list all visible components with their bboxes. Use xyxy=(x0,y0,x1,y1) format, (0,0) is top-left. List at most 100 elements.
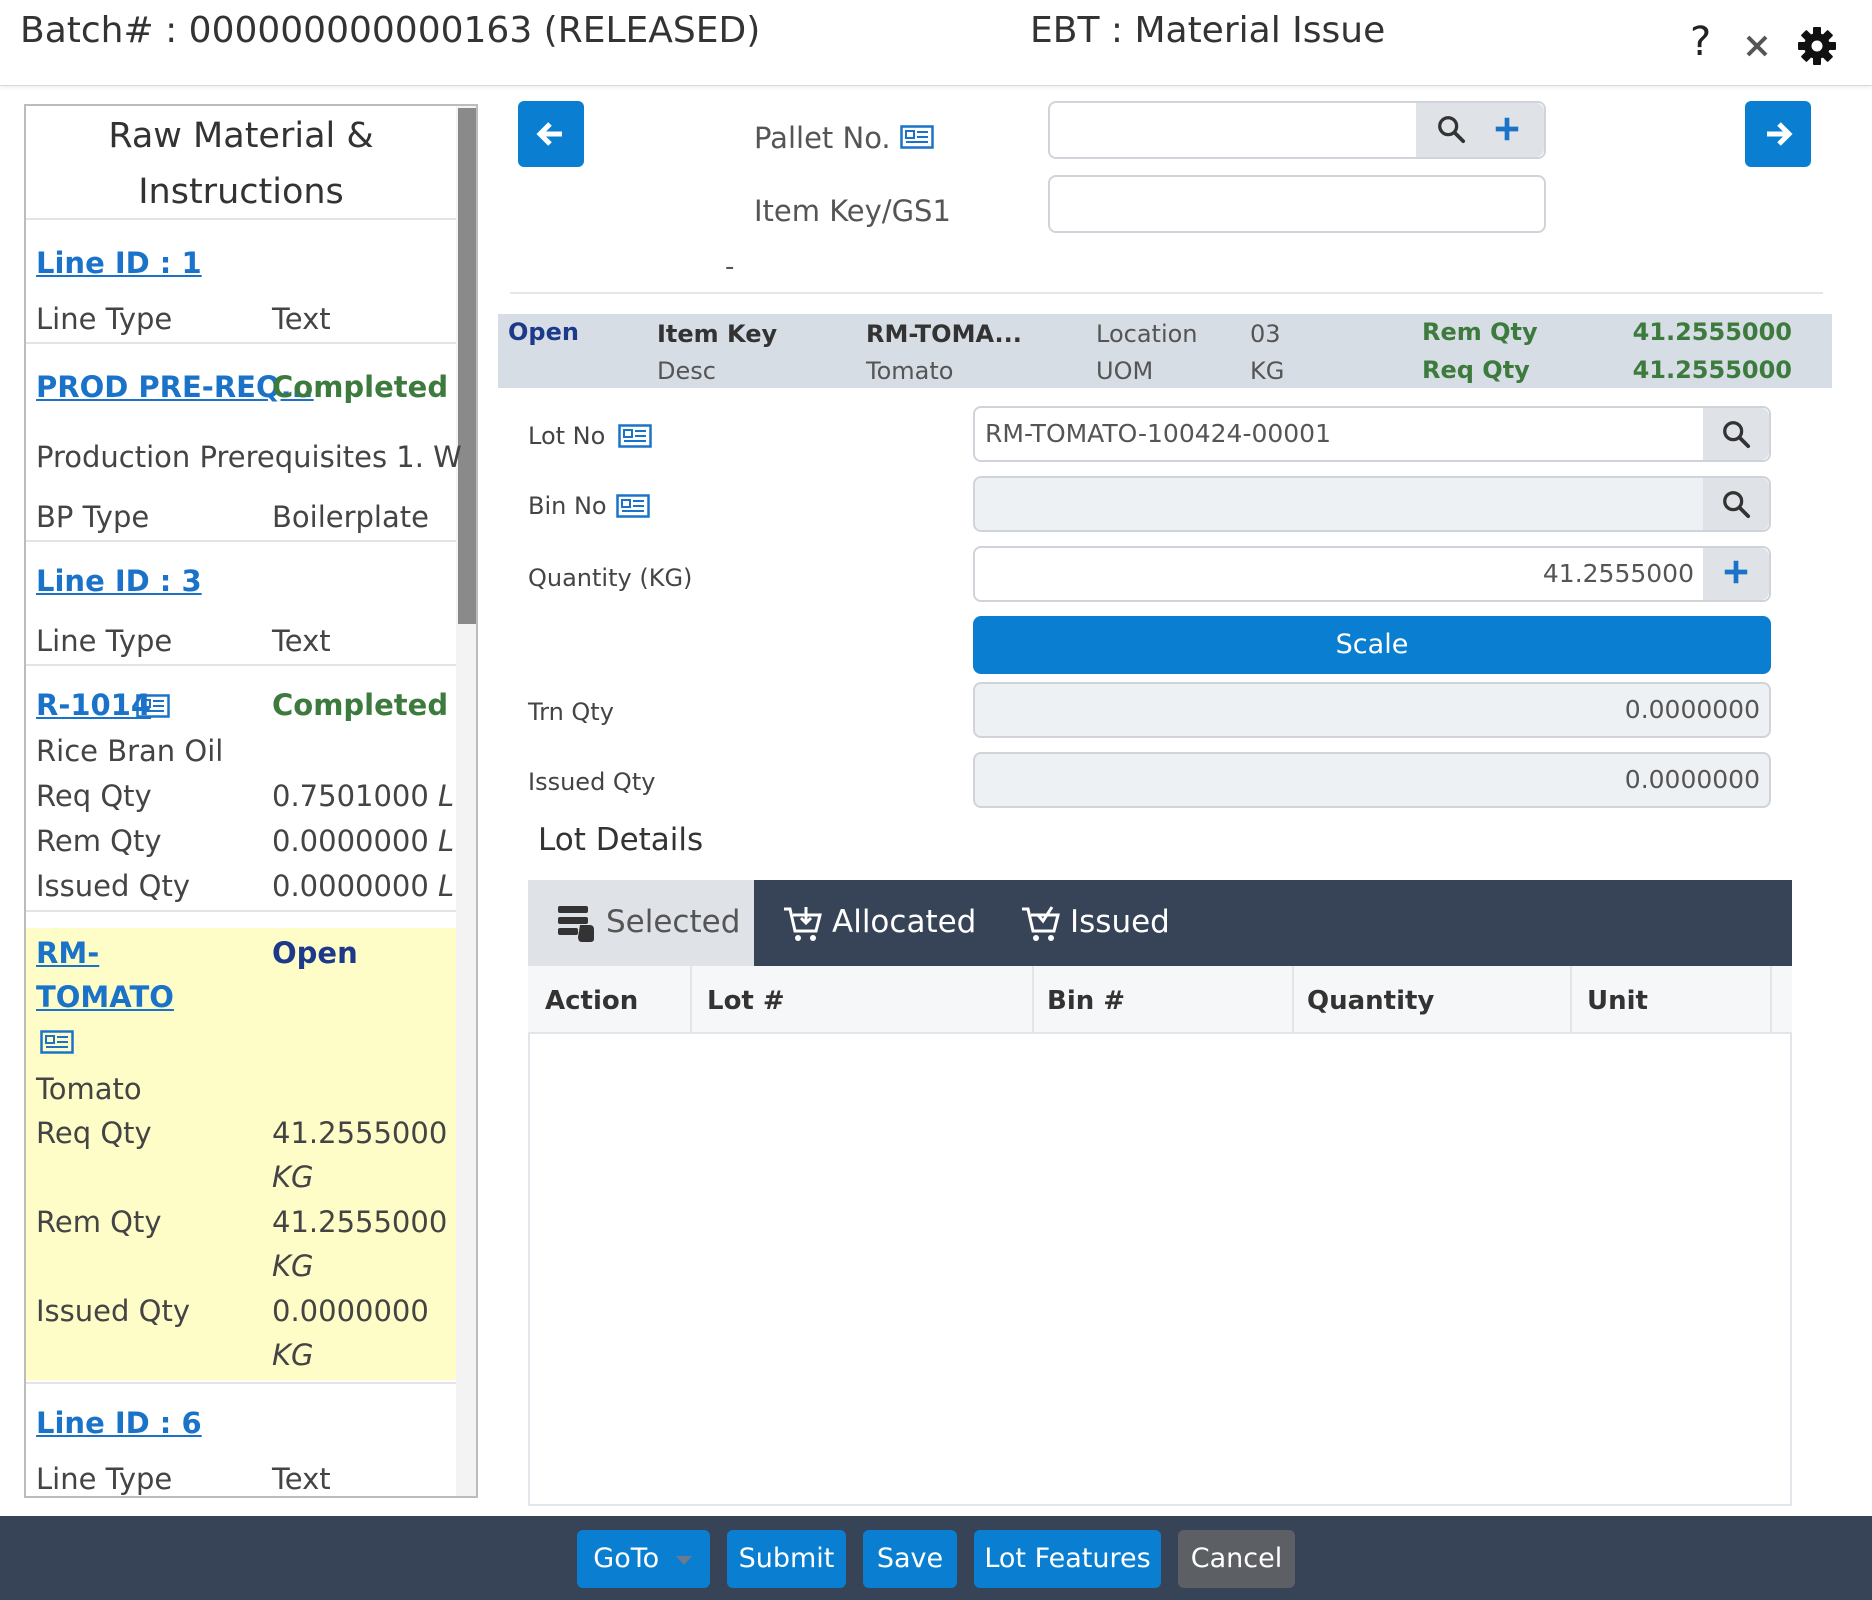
rm-tomato-link-line1[interactable]: RM- xyxy=(36,936,99,970)
rm-tomato-link-line2[interactable]: TOMATO xyxy=(36,980,174,1014)
issued-qty-value: 0.0000000 xyxy=(1624,765,1760,794)
req-qty-value: 0.7501000 L xyxy=(272,779,455,813)
summary-uom-label: UOM xyxy=(1096,357,1154,385)
list-hand-icon xyxy=(558,906,594,942)
document-icon[interactable] xyxy=(618,424,652,448)
arrow-left-icon xyxy=(536,122,562,146)
issued-qty-label: Issued Qty xyxy=(36,869,190,903)
cart-check-icon xyxy=(1022,906,1060,941)
rem-qty-label: Rem Qty xyxy=(36,1205,162,1239)
line-type-label: Line Type xyxy=(36,1462,173,1496)
rem-qty-value: 41.2555000 xyxy=(272,1205,448,1239)
summary-rem-qty-label: Rem Qty xyxy=(1422,318,1538,346)
cart-icon xyxy=(784,907,822,941)
req-qty-label: Req Qty xyxy=(36,779,152,813)
gear-icon[interactable] xyxy=(1797,26,1837,66)
help-icon[interactable]: ? xyxy=(1690,22,1711,62)
panel-title: Raw Material & Instructions xyxy=(108,116,374,212)
prev-button[interactable] xyxy=(518,101,584,167)
column-header-action[interactable]: Action xyxy=(545,986,638,1016)
divider xyxy=(26,1382,456,1384)
summary-req-qty-label: Req Qty xyxy=(1422,356,1530,384)
quantity-value: 41.2555000 xyxy=(1542,559,1694,588)
column-separator xyxy=(690,966,692,1034)
summary-uom-value: KG xyxy=(1250,357,1285,385)
req-qty-unit: KG xyxy=(272,1160,314,1194)
goto-label: GoTo xyxy=(593,1543,660,1574)
divider xyxy=(26,910,456,912)
arrow-right-icon xyxy=(1767,122,1793,146)
req-qty-label: Req Qty xyxy=(36,1116,152,1150)
issued-qty-value: 0.0000000 xyxy=(272,1294,429,1328)
line-type-value: Text xyxy=(272,1462,331,1496)
scale-button[interactable]: Scale xyxy=(973,616,1771,674)
summary-rem-qty-value: 41.2555000 xyxy=(1632,318,1792,346)
lot-features-button[interactable]: Lot Features xyxy=(974,1530,1161,1588)
plus-icon[interactable] xyxy=(1721,557,1751,587)
status-completed: Completed xyxy=(272,688,449,722)
next-button[interactable] xyxy=(1745,101,1811,167)
tab-allocated-label[interactable]: Allocated xyxy=(832,904,976,940)
line-type-label: Line Type xyxy=(36,624,173,658)
line-type-label: Line Type xyxy=(36,302,173,336)
document-icon[interactable] xyxy=(900,125,934,149)
document-icon[interactable] xyxy=(616,494,650,518)
summary-item-key-value: RM-TOMA... xyxy=(866,320,1022,348)
line-type-value: Text xyxy=(272,302,331,336)
raw-material-panel: Raw Material & Instructions Line ID : 1 … xyxy=(24,104,478,1498)
rem-qty-value: 0.0000000 L xyxy=(272,824,455,858)
column-separator xyxy=(1570,966,1572,1034)
search-icon[interactable] xyxy=(1721,419,1751,449)
item-key-input[interactable] xyxy=(1048,175,1546,233)
issued-qty-label: Issued Qty xyxy=(36,1294,190,1328)
close-icon[interactable] xyxy=(1745,28,1769,60)
column-header-lot[interactable]: Lot # xyxy=(707,986,785,1016)
column-header-bin[interactable]: Bin # xyxy=(1047,986,1125,1016)
document-icon[interactable] xyxy=(40,1030,74,1054)
item-key-label: Item Key/GS1 xyxy=(754,194,951,228)
rem-qty-unit: KG xyxy=(272,1249,314,1283)
batch-title: Batch# : 000000000000163 (RELEASED) xyxy=(20,10,761,51)
status-completed: Completed xyxy=(272,370,449,404)
left-panel-scroll-thumb[interactable] xyxy=(458,108,476,624)
trn-qty-label: Trn Qty xyxy=(528,698,614,726)
line-link-6[interactable]: Line ID : 6 xyxy=(36,1406,202,1440)
dash-text: - xyxy=(725,252,735,282)
summary-desc-label: Desc xyxy=(657,357,716,385)
bp-type-label: BP Type xyxy=(36,500,150,534)
submit-button[interactable]: Submit xyxy=(727,1530,846,1588)
column-separator xyxy=(1770,966,1772,1034)
quantity-label: Quantity (KG) xyxy=(528,564,693,592)
screen-title: EBT : Material Issue xyxy=(1030,10,1386,51)
bin-no-input[interactable] xyxy=(973,476,1771,532)
lot-details-table xyxy=(528,966,1792,1506)
line-type-value: Text xyxy=(272,624,331,658)
item-description: Rice Bran Oil xyxy=(36,734,224,768)
column-separator xyxy=(1032,966,1034,1034)
column-header-unit[interactable]: Unit xyxy=(1587,986,1648,1016)
line-link-1[interactable]: Line ID : 1 xyxy=(36,246,202,280)
search-icon[interactable] xyxy=(1721,489,1751,519)
line-link-3[interactable]: Line ID : 3 xyxy=(36,564,202,598)
summary-item-key-label: Item Key xyxy=(657,320,778,348)
issued-qty-unit: KG xyxy=(272,1338,314,1372)
tab-issued-label[interactable]: Issued xyxy=(1070,904,1170,940)
tab-selected-label[interactable]: Selected xyxy=(606,904,740,940)
divider xyxy=(26,218,456,220)
summary-desc-value: Tomato xyxy=(866,357,954,385)
bin-no-label: Bin No xyxy=(528,492,607,520)
search-icon[interactable] xyxy=(1436,114,1466,144)
document-icon[interactable] xyxy=(136,694,170,718)
plus-icon[interactable] xyxy=(1492,114,1522,144)
issued-qty-value: 0.0000000 L xyxy=(272,869,455,903)
divider xyxy=(26,664,456,666)
column-header-quantity[interactable]: Quantity xyxy=(1307,986,1434,1016)
item-description: Production Prerequisites 1. W xyxy=(36,440,462,474)
save-button[interactable]: Save xyxy=(863,1530,957,1588)
divider xyxy=(510,292,1823,294)
goto-button[interactable]: GoTo xyxy=(577,1530,710,1588)
cancel-button[interactable]: Cancel xyxy=(1178,1530,1295,1588)
issued-qty-label: Issued Qty xyxy=(528,768,656,796)
lot-no-value: RM-TOMATO-100424-00001 xyxy=(985,419,1331,448)
r1014-link[interactable]: R-1014 xyxy=(36,688,151,722)
